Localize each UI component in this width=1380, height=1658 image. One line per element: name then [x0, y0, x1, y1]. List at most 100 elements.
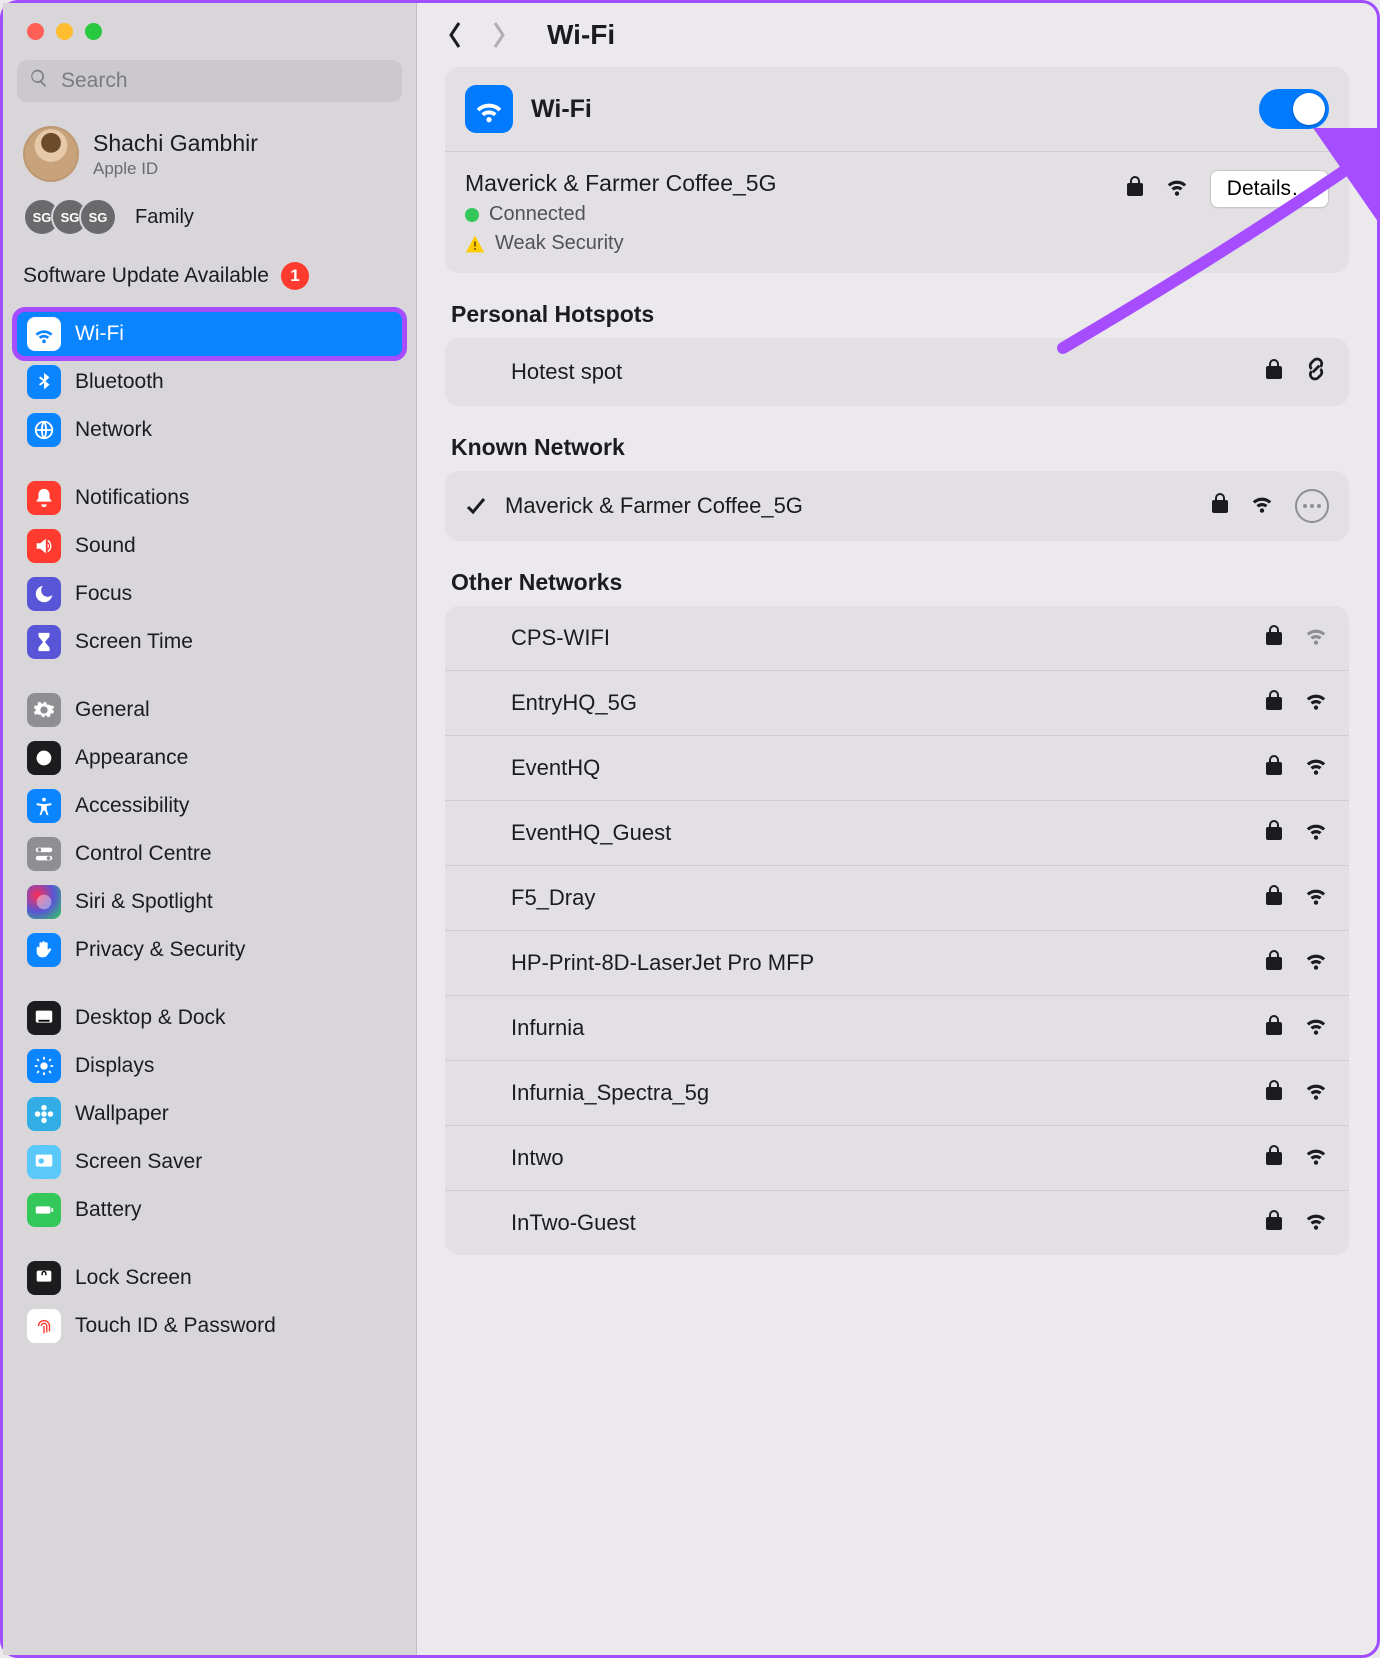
other-networks-list: CPS-WIFI EntryHQ_5G EventHQ EventHQ_Guest F5… [445, 606, 1349, 1255]
sidebar-item-focus[interactable]: Focus [15, 570, 404, 618]
apple-id-row[interactable]: Shachi Gambhir Apple ID [3, 116, 416, 188]
sidebar-item-touchid[interactable]: Touch ID & Password [15, 1302, 404, 1350]
known-title: Known Network [451, 434, 1343, 461]
signal-icon [1303, 949, 1329, 977]
family-avatars: SG SG SG [23, 198, 117, 236]
signal-icon [1303, 884, 1329, 912]
sidebar-item-accessibility[interactable]: Accessibility [15, 782, 404, 830]
screensaver-icon [27, 1145, 61, 1179]
sidebar-item-label: Wallpaper [75, 1102, 169, 1126]
network-name: HP-Print-8D-LaserJet Pro MFP [511, 950, 814, 976]
network-row[interactable]: EventHQ [445, 735, 1349, 800]
sidebar-item-label: Accessibility [75, 794, 189, 818]
network-name: EntryHQ_5G [511, 690, 637, 716]
network-name: EventHQ [511, 755, 600, 781]
sidebar-item-label: Notifications [75, 486, 189, 510]
sidebar-item-sound[interactable]: Sound [15, 522, 404, 570]
lock-icon [1265, 624, 1283, 652]
sidebar-item-label: Siri & Spotlight [75, 890, 213, 914]
sidebar-item-desktopdock[interactable]: Desktop & Dock [15, 994, 404, 1042]
sidebar-item-screentime[interactable]: Screen Time [15, 618, 404, 666]
sidebar-item-privacy[interactable]: Privacy & Security [15, 926, 404, 974]
software-update-badge: 1 [281, 262, 309, 290]
wifi-icon [465, 85, 513, 133]
lockscreen-icon [27, 1261, 61, 1295]
sidebar-item-label: Wi-Fi [75, 322, 124, 346]
network-name: CPS-WIFI [511, 625, 610, 651]
network-row[interactable]: InTwo-Guest [445, 1190, 1349, 1255]
avatar [23, 126, 79, 182]
network-name: InTwo-Guest [511, 1210, 636, 1236]
warning-icon [465, 234, 485, 254]
sidebar: Shachi Gambhir Apple ID SG SG SG Family … [3, 3, 417, 1655]
signal-icon [1303, 689, 1329, 717]
network-row[interactable]: EventHQ_Guest [445, 800, 1349, 865]
lock-icon [1211, 492, 1229, 520]
speaker-icon [27, 529, 61, 563]
software-update-row[interactable]: Software Update Available 1 [3, 254, 416, 310]
sidebar-item-label: Battery [75, 1198, 142, 1222]
search-icon [29, 68, 49, 94]
network-row[interactable]: HP-Print-8D-LaserJet Pro MFP [445, 930, 1349, 995]
sidebar-item-label: Bluetooth [75, 370, 164, 394]
sidebar-item-screensaver[interactable]: Screen Saver [15, 1138, 404, 1186]
sidebar-item-label: Control Centre [75, 842, 212, 866]
sidebar-item-label: Network [75, 418, 152, 442]
zoom-window-button[interactable] [85, 23, 102, 40]
network-name: Hotest spot [511, 359, 622, 385]
sidebar-item-battery[interactable]: Battery [15, 1186, 404, 1234]
sidebar-item-wallpaper[interactable]: Wallpaper [15, 1090, 404, 1138]
gear-icon [27, 693, 61, 727]
switches-icon [27, 837, 61, 871]
sidebar-item-notifications[interactable]: Notifications [15, 474, 404, 522]
sidebar-item-label: Touch ID & Password [75, 1314, 276, 1338]
bluetooth-icon [27, 365, 61, 399]
sidebar-item-general[interactable]: General [15, 686, 404, 734]
network-row[interactable]: Infurnia_Spectra_5g [445, 1060, 1349, 1125]
network-row[interactable]: Intwo [445, 1125, 1349, 1190]
close-window-button[interactable] [27, 23, 44, 40]
checkmark-icon [465, 495, 487, 517]
more-button[interactable] [1295, 489, 1329, 523]
sidebar-item-appearance[interactable]: Appearance [15, 734, 404, 782]
sidebar-item-lockscreen[interactable]: Lock Screen [15, 1254, 404, 1302]
network-row[interactable]: F5_Dray [445, 865, 1349, 930]
wifi-toggle[interactable] [1259, 89, 1329, 129]
accessibility-icon [27, 789, 61, 823]
page-title: Wi-Fi [547, 19, 615, 51]
network-row[interactable]: Infurnia [445, 995, 1349, 1060]
network-name: EventHQ_Guest [511, 820, 671, 846]
network-name: F5_Dray [511, 885, 595, 911]
lock-icon [1265, 689, 1283, 717]
network-row[interactable]: Maverick & Farmer Coffee_5G [445, 471, 1349, 541]
lock-icon [1265, 1079, 1283, 1107]
sidebar-item-controlcentre[interactable]: Control Centre [15, 830, 404, 878]
globe-icon [27, 413, 61, 447]
network-row[interactable]: EntryHQ_5G [445, 670, 1349, 735]
known-list: Maverick & Farmer Coffee_5G [445, 471, 1349, 541]
security-warning: Weak Security [495, 232, 624, 255]
window-controls [3, 3, 416, 60]
flower-icon [27, 1097, 61, 1131]
annotation-arrow [1003, 128, 1380, 358]
bell-icon [27, 481, 61, 515]
sidebar-item-network[interactable]: Network [15, 406, 404, 454]
search-field[interactable] [17, 60, 402, 102]
sidebar-item-displays[interactable]: Displays [15, 1042, 404, 1090]
sidebar-item-label: Desktop & Dock [75, 1006, 226, 1030]
forward-button[interactable] [485, 21, 513, 49]
sidebar-item-wifi[interactable]: Wi-Fi [15, 310, 404, 358]
sidebar-item-siri[interactable]: Siri & Spotlight [15, 878, 404, 926]
back-button[interactable] [441, 21, 469, 49]
minimize-window-button[interactable] [56, 23, 73, 40]
search-input[interactable] [59, 68, 390, 94]
dock-icon [27, 1001, 61, 1035]
family-avatar: SG [79, 198, 117, 236]
sidebar-item-bluetooth[interactable]: Bluetooth [15, 358, 404, 406]
network-name: Intwo [511, 1145, 564, 1171]
family-row[interactable]: SG SG SG Family [3, 188, 416, 254]
sidebar-item-label: Appearance [75, 746, 188, 770]
network-row[interactable]: CPS-WIFI [445, 606, 1349, 670]
lock-icon [1265, 884, 1283, 912]
wifi-toggle-label: Wi-Fi [531, 95, 592, 124]
